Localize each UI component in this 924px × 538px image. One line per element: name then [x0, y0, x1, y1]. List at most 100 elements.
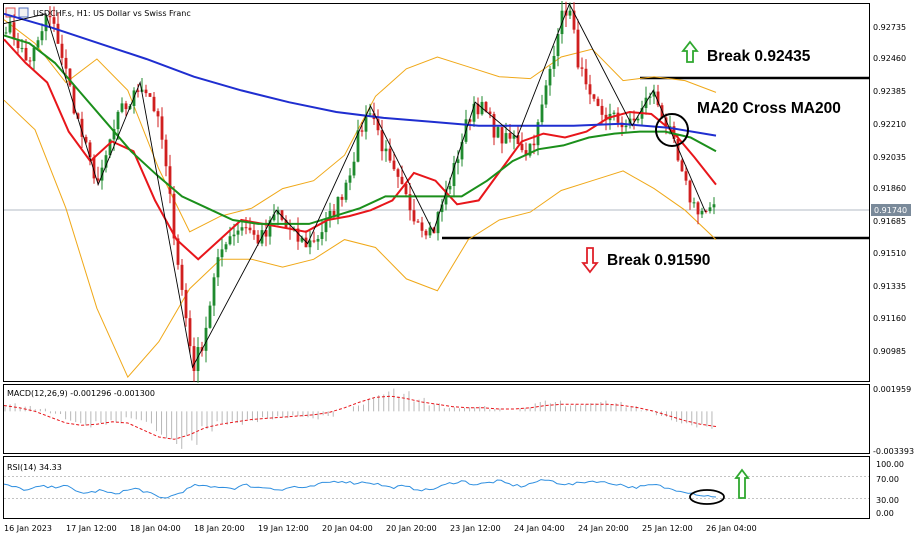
candle-body	[64, 57, 68, 69]
candle-body	[392, 160, 396, 170]
rsi-tick: 30.00	[876, 496, 899, 505]
candle-body	[216, 257, 220, 278]
x-tick: 16 Jan 2023	[4, 524, 52, 533]
candle-body	[416, 221, 420, 223]
y-tick: 0.91510	[873, 249, 906, 258]
macd-tick: 0.001959	[873, 385, 911, 394]
candle-body	[252, 230, 256, 235]
candle-body	[596, 98, 600, 106]
candle-body	[548, 68, 552, 86]
candle-body	[244, 227, 248, 229]
rsi-title: RSI(14) 34.33	[7, 463, 62, 472]
candle-body	[340, 196, 344, 200]
candle-body	[532, 143, 536, 146]
candle-body	[52, 17, 56, 24]
candle-body	[368, 113, 372, 115]
candle-body	[612, 112, 616, 114]
candle-body	[456, 159, 460, 164]
candle-body	[4, 32, 8, 34]
candle-body	[600, 105, 604, 115]
candle-body	[228, 236, 232, 245]
x-tick: 20 Jan 20:00	[386, 524, 437, 533]
candle-body	[352, 161, 356, 176]
candle-body	[8, 22, 12, 33]
macd-title: MACD(12,26,9) -0.001296 -0.001300	[7, 389, 155, 398]
x-tick: 26 Jan 04:00	[706, 524, 757, 533]
break-down-label: Break 0.91590	[607, 252, 710, 269]
candle-body	[344, 182, 348, 200]
y-tick: 0.92385	[873, 87, 906, 96]
break-up-label: Break 0.92435	[707, 48, 811, 65]
candle-body	[192, 346, 196, 372]
y-tick: 0.92035	[873, 153, 906, 162]
candle-body	[680, 160, 684, 172]
x-tick: 24 Jan 20:00	[578, 524, 629, 533]
candle-body	[232, 234, 236, 237]
candle-body	[636, 118, 640, 121]
candle-body	[568, 10, 572, 16]
candle-body	[164, 139, 168, 167]
candle-body	[580, 67, 584, 69]
candle-body	[24, 47, 28, 61]
candle	[68, 68, 72, 87]
candle	[528, 143, 532, 158]
candle-body	[592, 94, 596, 99]
candle-body	[160, 116, 164, 140]
trading-chart[interactable]: USDCHF.s, H1: US Dollar vs Swiss Franc 0…	[0, 0, 924, 538]
ma-cross-label: MA20 Cross MA200	[697, 100, 841, 117]
candle	[148, 93, 152, 97]
candle-body	[184, 289, 188, 319]
price-axis: 0.92735 0.92460 0.92385 0.92210 0.92035 …	[873, 23, 906, 356]
candle-body	[556, 34, 560, 57]
current-price-label: 0.91740	[874, 206, 907, 215]
x-tick: 25 Jan 12:00	[642, 524, 693, 533]
candle-body	[508, 133, 512, 139]
candle-body	[168, 166, 172, 194]
candle-body	[208, 305, 212, 328]
x-tick: 18 Jan 20:00	[194, 524, 245, 533]
candle-body	[552, 56, 556, 69]
candle-body	[320, 232, 324, 239]
rsi-tick: 70.00	[876, 475, 899, 484]
candle-body	[496, 127, 500, 138]
y-tick: 0.92460	[873, 54, 906, 63]
y-tick: 0.91685	[873, 217, 906, 226]
candle-body	[700, 210, 704, 215]
candle-body	[632, 118, 636, 121]
template-icon	[18, 7, 29, 18]
candle-body	[396, 169, 400, 177]
candle-body	[20, 47, 24, 49]
y-tick: 0.90985	[873, 347, 906, 356]
candle-body	[32, 47, 36, 62]
candle-body	[428, 227, 432, 236]
x-tick: 20 Jan 04:00	[322, 524, 373, 533]
candle-body	[36, 40, 40, 48]
candle	[344, 179, 348, 203]
candle-body	[624, 125, 628, 128]
x-tick: 23 Jan 12:00	[450, 524, 501, 533]
candle-body	[60, 43, 64, 58]
candle-body	[48, 15, 52, 18]
y-tick: 0.91860	[873, 184, 906, 193]
rsi-tick: 0.00	[876, 509, 894, 518]
candle-body	[156, 111, 160, 117]
candle-body	[212, 277, 216, 306]
candle-body	[220, 249, 224, 258]
candle-body	[504, 133, 508, 144]
candle-body	[240, 227, 244, 231]
candle-body	[400, 176, 404, 184]
candle-body	[188, 318, 192, 347]
candle-body	[380, 130, 384, 152]
candle-body	[236, 230, 240, 235]
candle-body	[708, 207, 712, 212]
candle-body	[584, 68, 588, 85]
time-axis: 16 Jan 2023 17 Jan 12:00 18 Jan 04:00 18…	[4, 524, 757, 533]
candle-body	[540, 104, 544, 123]
candle-body	[424, 230, 428, 236]
candle-body	[384, 148, 388, 152]
x-tick: 19 Jan 12:00	[258, 524, 309, 533]
candle-body	[124, 103, 128, 110]
candle-body	[116, 111, 120, 130]
candle-body	[148, 93, 152, 97]
candle-body	[348, 175, 352, 183]
